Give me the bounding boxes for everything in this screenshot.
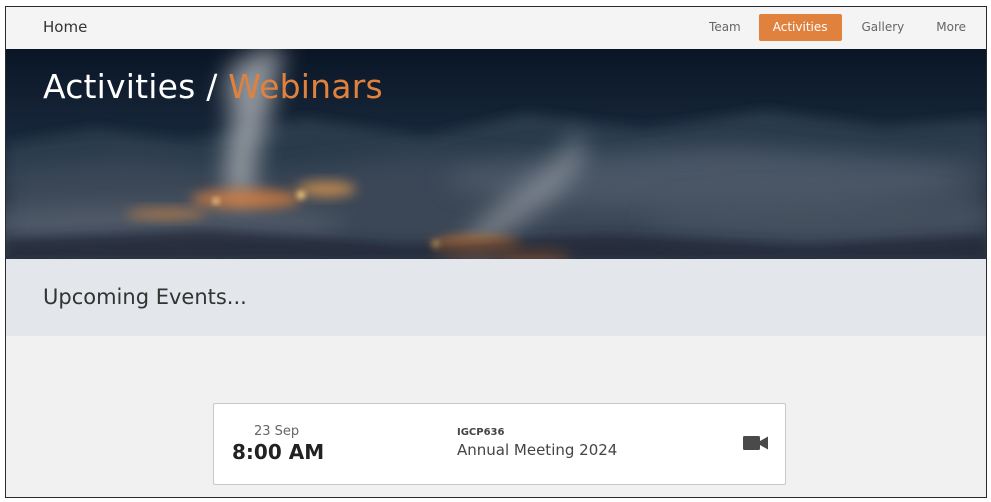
hero-banner: Activities / Webinars xyxy=(6,49,986,259)
video-camera-icon[interactable] xyxy=(743,435,769,451)
nav-item-team[interactable]: Team xyxy=(695,14,755,41)
nav-item-gallery[interactable]: Gallery xyxy=(848,14,919,41)
page-title: Activities / Webinars xyxy=(43,67,383,106)
section-heading: Upcoming Events... xyxy=(43,285,247,309)
nav-item-activities[interactable]: Activities xyxy=(758,14,842,41)
title-prefix: Activities / xyxy=(43,67,229,106)
nav-links: Team Activities Gallery More xyxy=(695,14,986,41)
event-date: 23 Sep xyxy=(254,424,300,439)
event-name: Annual Meeting 2024 xyxy=(457,441,618,459)
home-link[interactable]: Home xyxy=(43,18,87,36)
event-card[interactable]: 23 Sep 8:00 AM IGCP636 Annual Meeting 20… xyxy=(213,403,786,485)
top-navbar: Home Team Activities Gallery More xyxy=(6,7,986,49)
event-code: IGCP636 xyxy=(457,427,505,438)
title-accent: Webinars xyxy=(228,67,383,106)
nav-item-more[interactable]: More xyxy=(922,14,980,41)
upcoming-events-header: Upcoming Events... xyxy=(6,259,986,336)
event-time: 8:00 AM xyxy=(232,440,325,464)
